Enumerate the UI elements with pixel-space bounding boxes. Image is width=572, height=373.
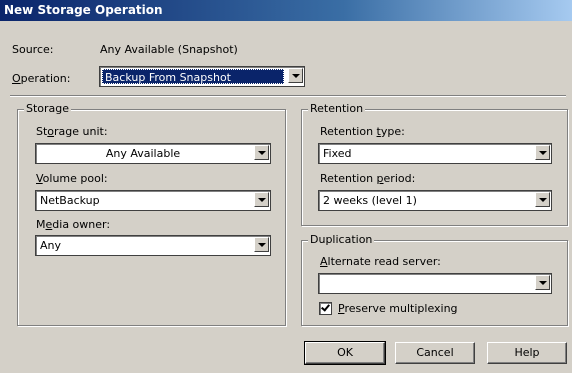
duplication-group-title: Duplication [308,233,375,246]
preserve-multiplexing-checkbox[interactable] [319,302,332,315]
title-bar: New Storage Operation [0,0,572,21]
media-owner-value: Any [40,239,62,252]
storage-unit-label: Storage unit: [36,125,108,138]
alternate-read-server-combo[interactable] [318,273,552,294]
chevron-down-icon[interactable] [535,145,550,160]
separator [10,95,566,97]
help-button[interactable]: Help [487,342,567,364]
chevron-down-icon[interactable] [535,275,550,290]
volume-pool-combo[interactable]: NetBackup [35,190,271,211]
operation-label: Operation: [12,72,71,85]
retention-period-label: Retention period: [320,172,416,185]
retention-type-label: Retention type: [320,125,405,138]
storage-group-title: Storage [24,102,72,115]
window-title: New Storage Operation [4,3,163,17]
volume-pool-value: NetBackup [40,194,100,207]
retention-type-combo[interactable]: Fixed [318,143,552,164]
storage-unit-value: Any Available [105,147,181,160]
ok-button[interactable]: OK [304,341,386,365]
chevron-down-icon[interactable] [254,237,269,252]
preserve-multiplexing-label[interactable]: Preserve multiplexing [338,302,458,315]
operation-selected-value: Backup From Snapshot [102,69,284,84]
volume-pool-label: Volume pool: [36,172,108,185]
chevron-down-icon[interactable] [254,192,269,207]
alternate-read-server-label: Alternate read server: [320,255,441,268]
retention-type-value: Fixed [323,147,352,160]
source-label: Source: [12,43,54,56]
chevron-down-icon[interactable] [254,145,269,160]
chevron-down-icon[interactable] [288,68,303,83]
source-value: Any Available (Snapshot) [100,43,238,56]
cancel-button[interactable]: Cancel [395,342,475,364]
retention-period-combo[interactable]: 2 weeks (level 1) [318,190,552,211]
retention-period-value: 2 weeks (level 1) [323,194,417,207]
media-owner-combo[interactable]: Any [35,235,271,256]
chevron-down-icon[interactable] [535,192,550,207]
new-storage-operation-dialog: New Storage Operation Source: Any Availa… [0,0,572,373]
retention-group-title: Retention [308,102,366,115]
storage-unit-combo[interactable]: Any Available [35,143,271,164]
operation-combo[interactable]: Backup From Snapshot [99,66,305,87]
media-owner-label: Media owner: [36,218,111,231]
